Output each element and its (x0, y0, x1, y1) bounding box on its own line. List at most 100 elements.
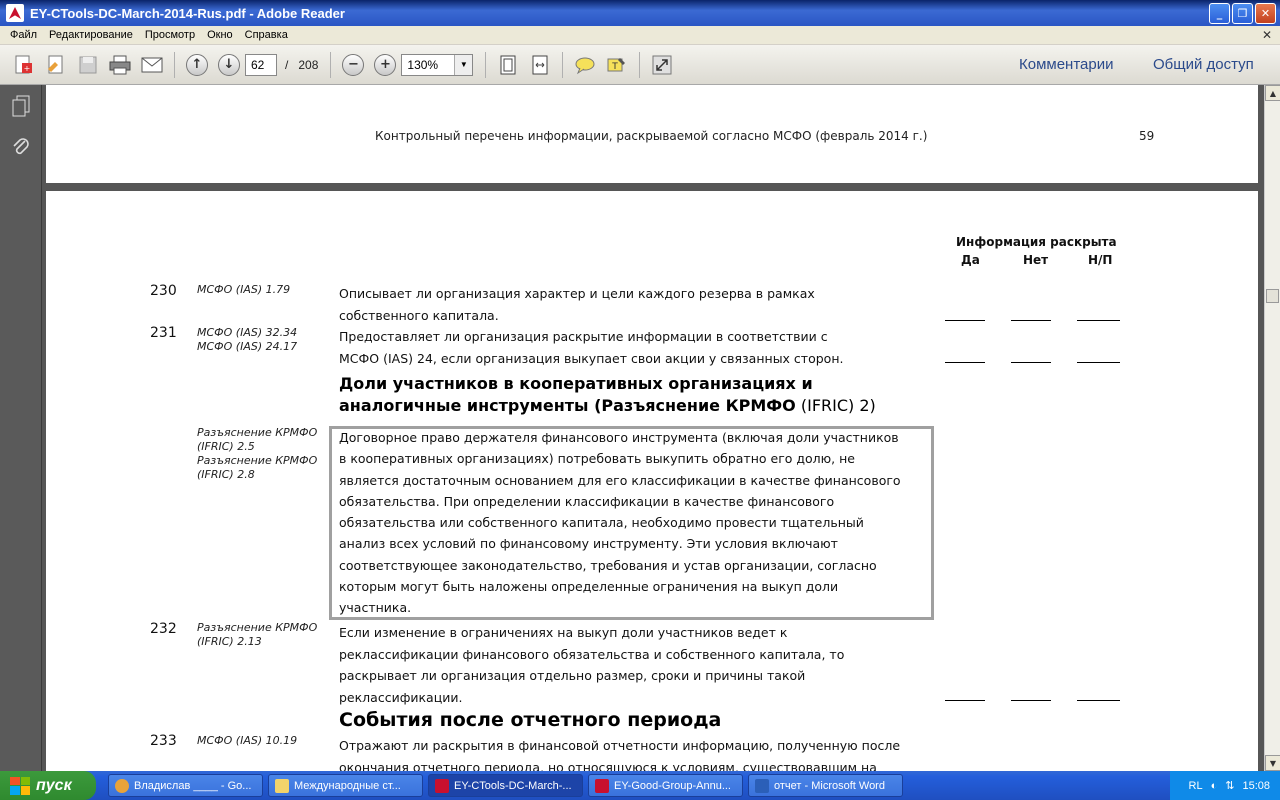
row-reference: МСФО (IAS) 1.79 (197, 283, 291, 296)
answer-na-line[interactable] (1077, 362, 1120, 363)
row-reference: Разъяснение КРМФО (IFRIC) 2.13 (197, 621, 318, 648)
row-text: Описывает ли организация характер и цели… (339, 286, 815, 323)
menu-help[interactable]: Справка (239, 29, 294, 41)
menu-bar: Файл Редактирование Просмотр Окно Справк… (0, 26, 1280, 45)
taskbar-item-folder[interactable]: Международные ст... (268, 774, 423, 797)
edit-pdf-button[interactable] (42, 51, 70, 79)
add-comment-button[interactable] (571, 51, 599, 79)
answer-na-line[interactable] (1077, 700, 1120, 701)
toolbar: + ↑ ↓ 62 / 208 − + 130% ▼ T Комментарии … (0, 45, 1280, 85)
svg-text:T: T (612, 62, 619, 72)
expand-button[interactable] (648, 51, 676, 79)
zoom-value: 130% (407, 57, 439, 72)
document-view[interactable]: Контрольный перечень информации, раскрыв… (42, 85, 1264, 771)
row-number: 233 (150, 733, 177, 749)
next-page-button[interactable]: ↓ (215, 51, 243, 79)
document-close-icon[interactable]: ✕ (1262, 28, 1272, 42)
toolbar-separator (174, 51, 175, 78)
svg-text:+: + (24, 64, 31, 73)
minus-icon: − (342, 53, 365, 76)
scroll-thumb[interactable] (1266, 289, 1279, 303)
answer-no-line[interactable] (1011, 362, 1051, 363)
title-bar: EY-CTools-DC-March-2014-Rus.pdf - Adobe … (0, 0, 1280, 26)
share-link[interactable]: Общий доступ (1153, 56, 1254, 73)
network-icon[interactable]: ⇅ (1225, 779, 1234, 792)
zoom-select[interactable]: 130% ▼ (401, 53, 474, 76)
row-text: Если изменение в ограничениях на выкуп д… (339, 625, 845, 705)
comments-link[interactable]: Комментарии (1019, 56, 1113, 73)
menu-edit[interactable]: Редактирование (43, 29, 139, 41)
comment-bubble-icon (575, 57, 595, 74)
fit-width-button[interactable] (526, 51, 554, 79)
column-yes: Да (961, 253, 980, 267)
answer-no-line[interactable] (1011, 700, 1051, 701)
print-button[interactable] (106, 51, 134, 79)
maximize-button[interactable]: ❐ (1232, 3, 1253, 24)
toolbar-separator (562, 51, 564, 78)
pdf-page: Информация раскрыта Да Нет Н/П 230 МСФО … (46, 191, 1258, 771)
attachments-icon[interactable] (10, 137, 32, 159)
minimize-button[interactable]: _ (1209, 3, 1230, 24)
create-pdf-icon: + (15, 55, 32, 73)
page-number-input[interactable]: 62 (245, 53, 277, 76)
pages-panel-icon[interactable] (10, 95, 32, 117)
printer-icon (109, 55, 131, 74)
answer-yes-line[interactable] (945, 700, 985, 701)
save-button[interactable] (74, 51, 102, 79)
scroll-down-icon[interactable]: ▼ (1265, 755, 1280, 771)
taskbar-item-adobe-reader[interactable]: EY-CTools-DC-March-... (428, 774, 583, 797)
email-button[interactable] (138, 51, 166, 79)
system-tray: RL ◐ ⇅ 15:08 (1170, 771, 1280, 800)
row-reference: МСФО (IAS) 32.34 МСФО (IAS) 24.17 (197, 326, 298, 353)
create-pdf-button[interactable]: + (10, 51, 38, 79)
column-na: Н/П (1088, 253, 1113, 267)
row-number: 230 (150, 283, 177, 299)
row-reference: МСФО (IAS) 10.19 (197, 734, 298, 747)
taskbar-item-adobe-reader-2[interactable]: EY-Good-Group-Annu... (588, 774, 743, 797)
answer-na-line[interactable] (1077, 320, 1120, 321)
pdf-icon (435, 778, 449, 793)
pdf-icon (595, 778, 609, 793)
zoom-in-button[interactable]: + (371, 51, 399, 79)
navigation-panel (0, 85, 42, 771)
folder-icon (275, 778, 289, 793)
language-indicator[interactable]: RL (1189, 780, 1203, 792)
answer-yes-line[interactable] (945, 362, 985, 363)
highlight-text-button[interactable]: T (603, 51, 631, 79)
column-no: Нет (1023, 253, 1049, 267)
chrome-icon (115, 778, 129, 793)
previous-page-button[interactable]: ↑ (183, 51, 211, 79)
toolbar-separator (639, 51, 641, 78)
word-icon (755, 778, 769, 793)
save-icon (79, 56, 97, 73)
answer-no-line[interactable] (1011, 320, 1051, 321)
edit-pdf-icon (48, 55, 63, 73)
toolbar-separator (485, 51, 487, 78)
fit-width-icon (532, 55, 548, 74)
taskbar-item-word[interactable]: отчет - Microsoft Word (748, 774, 903, 797)
menu-file[interactable]: Файл (4, 29, 43, 41)
box-reference: Разъяснение КРМФО (IFRIC) 2.5 Разъяснение … (197, 426, 318, 481)
answer-yes-line[interactable] (945, 320, 985, 321)
taskbar-item-chrome[interactable]: Владислав ____ - Go... (108, 774, 263, 797)
highlighter-icon: T (607, 57, 626, 72)
zoom-out-button[interactable]: − (339, 51, 367, 79)
scroll-up-icon[interactable]: ▲ (1265, 85, 1280, 101)
fit-page-icon (500, 55, 516, 74)
vertical-scrollbar[interactable]: ▲ ▼ (1264, 85, 1280, 771)
start-button[interactable]: пуск (0, 771, 96, 800)
adobe-reader-icon (6, 4, 24, 22)
row-text: Отражают ли раскрытия в финансовой отчет… (339, 738, 901, 771)
pdf-page: Контрольный перечень информации, раскрыв… (46, 85, 1258, 183)
guidance-text: Договорное право держателя финансового и… (339, 430, 901, 616)
volume-icon[interactable]: ◐ (1211, 780, 1218, 792)
menu-window[interactable]: Окно (201, 29, 239, 41)
close-button[interactable]: ✕ (1255, 3, 1276, 24)
page-number: 59 (1139, 129, 1155, 143)
taskbar: пуск Владислав ____ - Go... Международны… (0, 771, 1280, 800)
toolbar-separator (330, 51, 332, 78)
plus-icon: + (374, 53, 397, 76)
fit-page-button[interactable] (494, 51, 522, 79)
menu-view[interactable]: Просмотр (139, 29, 201, 41)
page-header: Контрольный перечень информации, раскрыв… (375, 129, 928, 143)
